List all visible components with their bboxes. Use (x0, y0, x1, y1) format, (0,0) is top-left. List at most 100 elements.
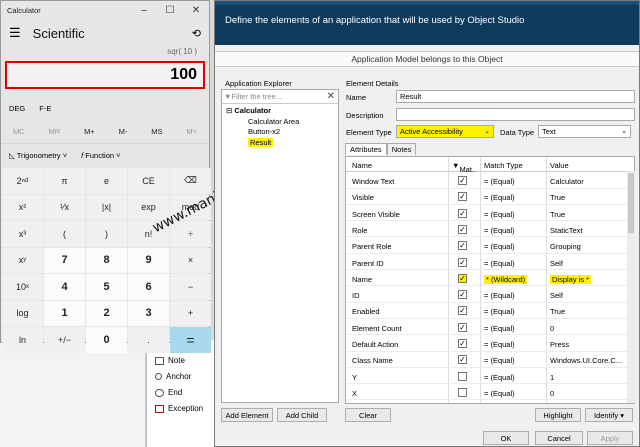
trigonometry-dropdown[interactable]: ◺ Trigonometry ˅ (9, 151, 67, 160)
add-element-button[interactable]: Add Element (221, 408, 273, 422)
match-type[interactable]: = (Equal) (484, 259, 515, 268)
key-1[interactable]: π (44, 168, 85, 194)
key-23[interactable]: 6 (128, 274, 169, 300)
match-checkbox[interactable]: ✓ (458, 257, 467, 267)
element-type-dropdown[interactable]: Active Accessibility ⌄ (396, 125, 494, 138)
key-5[interactable]: x² (2, 194, 43, 220)
key-4[interactable]: ⌫ (170, 168, 211, 194)
col-match[interactable]: ▼ Mat.. (452, 161, 476, 174)
match-type[interactable]: = (Equal) (484, 340, 515, 349)
match-checkbox[interactable]: ✓ (458, 176, 467, 185)
key-2[interactable]: e (86, 168, 127, 194)
match-checkbox[interactable]: ✓ (458, 339, 467, 348)
match-type[interactable]: = (Equal) (484, 356, 515, 365)
match-type[interactable]: = (Equal) (484, 324, 515, 333)
key-18[interactable]: 9 (128, 247, 169, 273)
name-field[interactable]: Result (396, 90, 635, 103)
stencil-anchor[interactable]: Anchor (155, 372, 191, 381)
highlight-button[interactable]: Highlight (535, 408, 581, 422)
attribute-value[interactable]: True (550, 193, 565, 202)
key-12[interactable]: ) (86, 221, 127, 247)
match-checkbox[interactable] (458, 371, 467, 381)
key-22[interactable]: 5 (86, 274, 127, 300)
match-checkbox[interactable]: ✓ (458, 322, 467, 332)
key-10[interactable]: x³ (2, 221, 43, 247)
attribute-value[interactable]: Press (550, 340, 569, 349)
attribute-value[interactable]: 0 (550, 324, 554, 333)
mc-button[interactable]: MC (13, 127, 25, 136)
match-type[interactable]: = (Equal) (484, 307, 515, 316)
description-field[interactable] (396, 108, 635, 121)
attribute-value[interactable]: Windows.UI.Core.C... (550, 356, 622, 365)
match-checkbox[interactable]: ✓ (458, 290, 467, 300)
angle-unit-button[interactable]: DEG (9, 104, 25, 113)
attribute-value[interactable]: StaticText (550, 226, 583, 235)
attribute-value[interactable]: Display is * (550, 274, 592, 284)
match-checkbox[interactable]: ✓ (458, 224, 467, 234)
match-type[interactable]: = (Equal) (484, 373, 515, 382)
match-checkbox[interactable]: ✓ (458, 192, 467, 202)
tree-filter[interactable]: ▼ Filter the tree... ✕ (222, 90, 338, 104)
match-checkbox[interactable]: ✓ (458, 208, 467, 218)
menu-icon[interactable]: ☰ (9, 25, 21, 41)
tree-node-calculator[interactable]: ⊟ Calculator (226, 106, 271, 115)
function-dropdown[interactable]: f Function ˅ (81, 151, 120, 160)
stencil-exception[interactable]: Exception (155, 404, 203, 413)
attribute-value[interactable]: Calculator (550, 177, 584, 186)
memory-list-button[interactable]: M˅ (186, 127, 197, 136)
key-27[interactable]: 2 (86, 300, 127, 326)
attribute-value[interactable]: True (550, 210, 565, 219)
attribute-row[interactable]: Class Name ✓ = (Equal) Windows.UI.Core.C... (346, 352, 634, 368)
ms-button[interactable]: MS (151, 127, 162, 136)
attribute-row[interactable]: Default Action ✓ = (Equal) Press (346, 336, 634, 352)
match-type[interactable]: = (Equal) (484, 242, 515, 251)
maximize-button[interactable]: ☐ (157, 5, 183, 16)
key-29[interactable]: + (170, 300, 211, 326)
attribute-row[interactable]: Window Text ✓ = (Equal) Calculator (346, 173, 634, 189)
col-match-type[interactable]: Match Type (484, 161, 523, 170)
m-plus-button[interactable]: M+ (84, 127, 95, 136)
add-child-button[interactable]: Add Child (277, 408, 327, 422)
tab-attributes[interactable]: Attributes (345, 143, 387, 155)
stencil-note[interactable]: Note (155, 356, 185, 365)
match-type[interactable]: = (Equal) (484, 177, 515, 186)
key-16[interactable]: 7 (44, 247, 85, 273)
attribute-row[interactable]: Parent ID ✓ = (Equal) Self (346, 255, 634, 270)
attribute-row[interactable]: Parent Role ✓ = (Equal) Grouping (346, 238, 634, 254)
tree-node-result[interactable]: Result (248, 138, 274, 147)
key-25[interactable]: log (2, 300, 43, 326)
attribute-row[interactable]: Enabled ✓ = (Equal) True (346, 303, 634, 319)
key-33[interactable]: . (128, 327, 169, 353)
key-15[interactable]: xʸ (2, 247, 43, 273)
key-21[interactable]: 4 (44, 274, 85, 300)
attribute-row[interactable]: Role ✓ = (Equal) StaticText (346, 222, 634, 238)
key-11[interactable]: ( (44, 221, 85, 247)
key-17[interactable]: 8 (86, 247, 127, 273)
attribute-value[interactable]: True (550, 307, 565, 316)
filter-input[interactable]: Filter the tree... (231, 92, 281, 101)
match-checkbox[interactable]: ✓ (458, 241, 467, 251)
apply-button[interactable]: Apply (587, 431, 633, 445)
m-minus-button[interactable]: M- (119, 127, 128, 136)
tree-node-calculator-area[interactable]: Calculator Area (248, 117, 299, 126)
match-checkbox[interactable]: ✓ (458, 306, 467, 316)
col-name[interactable]: Name (352, 161, 372, 170)
data-type-dropdown[interactable]: Text ⌄ (538, 125, 631, 138)
attribute-value[interactable]: 0 (550, 389, 554, 398)
key-20[interactable]: 10ˣ (2, 274, 43, 300)
key-19[interactable]: × (170, 247, 211, 273)
key-6[interactable]: ¹⁄x (44, 194, 85, 220)
match-type[interactable]: = (Equal) (484, 389, 515, 398)
scrollbar-thumb[interactable] (628, 173, 634, 233)
match-checkbox[interactable]: ✓ (458, 355, 467, 365)
match-checkbox[interactable]: ✓ (458, 273, 467, 283)
tab-notes[interactable]: Notes (386, 143, 417, 155)
close-button[interactable]: ✕ (183, 5, 209, 16)
attribute-row[interactable]: Element Count ✓ = (Equal) 0 (346, 320, 634, 336)
match-type[interactable]: * (Wildcard) (484, 274, 528, 284)
attribute-value[interactable]: Self (550, 259, 563, 268)
fe-button[interactable]: F-E (39, 104, 51, 113)
stencil-end[interactable]: End (155, 388, 182, 397)
attribute-value[interactable]: 1 (550, 373, 554, 382)
attribute-row[interactable]: Name ✓ * (Wildcard) Display is * (346, 271, 634, 287)
